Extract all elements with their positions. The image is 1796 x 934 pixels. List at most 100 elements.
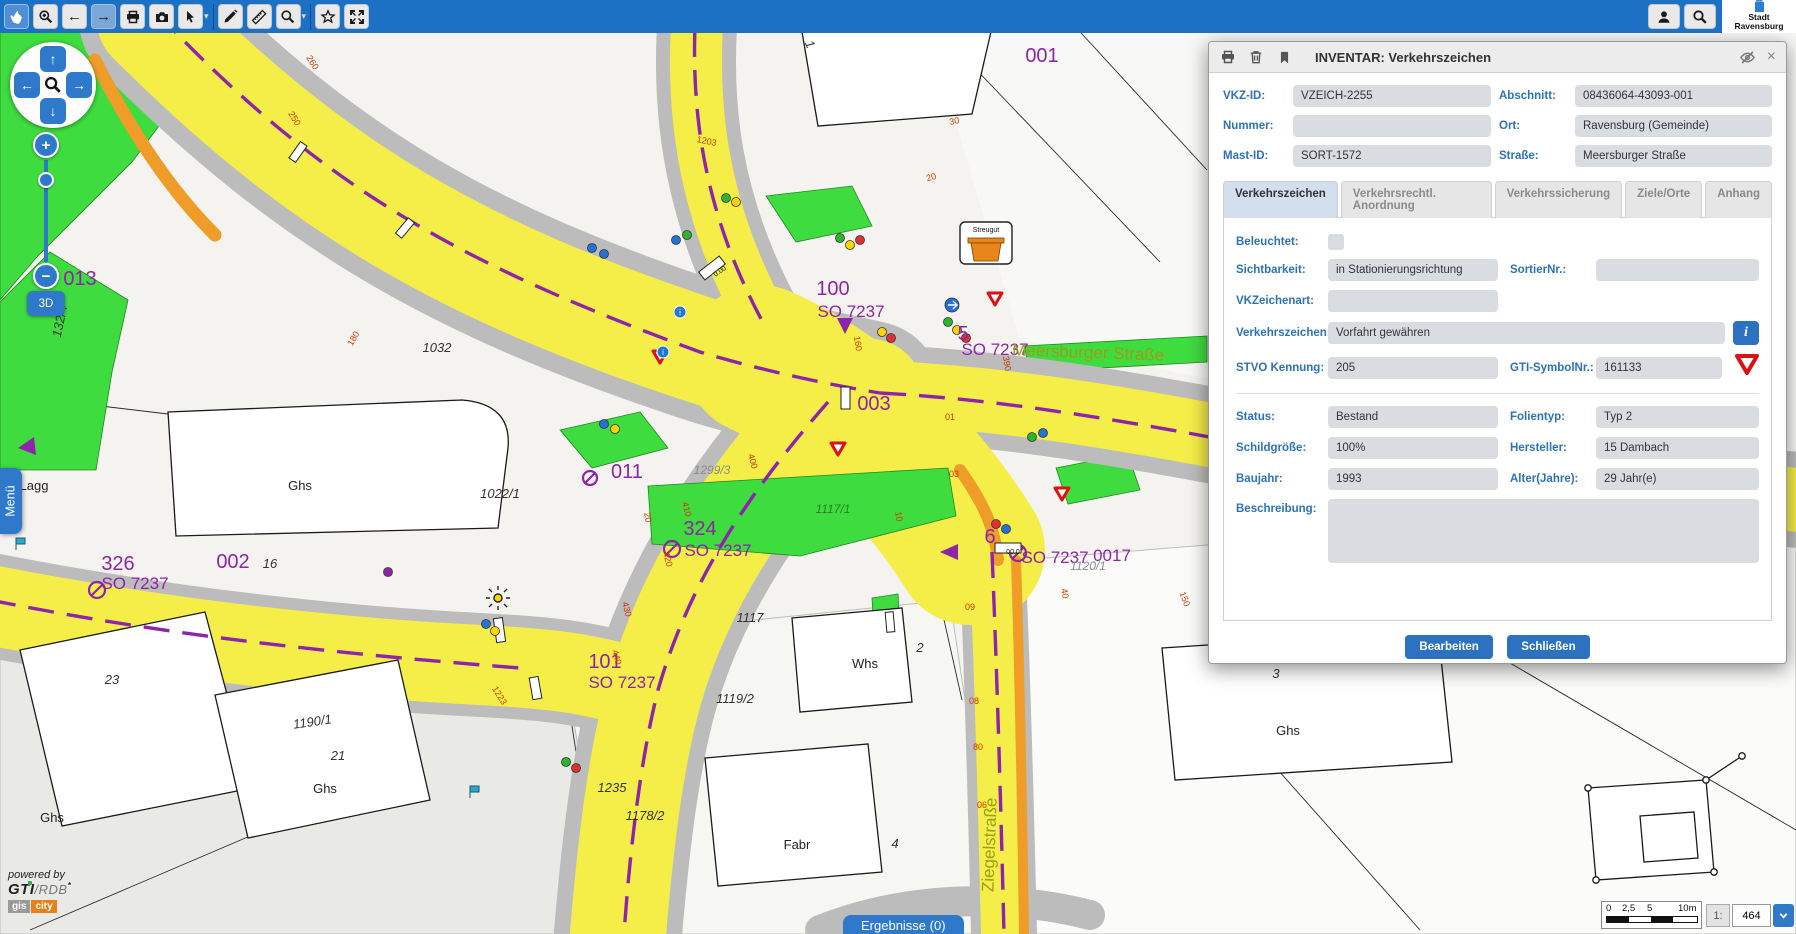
toolbar-separator — [213, 4, 214, 30]
map-label: 1119/2 — [716, 691, 755, 706]
pan-control-pad: ↑ ← → ↓ — [10, 42, 96, 128]
status-field[interactable] — [1328, 406, 1498, 428]
search-tool-icon[interactable] — [276, 4, 301, 29]
verkehrszeichen-field[interactable] — [1328, 322, 1725, 344]
gis-box: gis — [8, 900, 30, 913]
3d-view-button[interactable]: 3D — [27, 291, 65, 316]
map-label: 30 — [948, 115, 960, 127]
map-label: SO 7237 — [101, 574, 168, 593]
scale-dropdown-button[interactable] — [1773, 904, 1794, 927]
user-icon[interactable] — [1648, 4, 1680, 29]
nummer-field[interactable] — [1293, 115, 1491, 137]
scale-tick: 5 — [1647, 903, 1652, 914]
vkz-id-field[interactable] — [1293, 85, 1491, 107]
green-dot-icon — [28, 881, 32, 885]
sichtbarkeit-field[interactable] — [1328, 259, 1498, 281]
tab-anhang[interactable]: Anhang — [1705, 181, 1772, 218]
scale-tick: 0 — [1606, 903, 1611, 914]
search-icon[interactable] — [1684, 4, 1716, 29]
tab-ziele-orte[interactable]: Ziele/Orte — [1625, 181, 1702, 218]
gis-city-logo: gis city — [8, 900, 71, 913]
status-label: Status: — [1236, 411, 1328, 423]
gti-symbolnr-field[interactable] — [1596, 357, 1722, 379]
camera-icon[interactable] — [149, 4, 174, 29]
alter-field[interactable] — [1596, 468, 1759, 490]
visibility-off-icon[interactable] — [1739, 48, 1757, 66]
pencil-draw-icon[interactable] — [218, 4, 243, 29]
map-label: 16 — [263, 556, 278, 571]
beleuchtet-label: Beleuchtet: — [1236, 236, 1328, 248]
map-label: 3 — [1272, 666, 1280, 681]
scale-ratio-input[interactable] — [1732, 904, 1771, 927]
map-label: 013 — [63, 268, 96, 290]
brand-line2: Ravensburg — [1734, 22, 1783, 31]
map-label: 011 — [611, 461, 643, 483]
print-icon[interactable] — [120, 4, 145, 29]
map-label: 01 — [945, 412, 955, 422]
abschnitt-field[interactable] — [1575, 85, 1772, 107]
pointer-dropdown-chevron-icon[interactable]: ▾ — [204, 11, 209, 22]
pan-up-button[interactable]: ↑ — [40, 46, 66, 72]
tab-verkehrssicherung[interactable]: Verkehrssicherung — [1495, 181, 1623, 218]
schliessen-button[interactable]: Schließen — [1507, 635, 1589, 659]
tab-verkehrsrechtl-anordnung[interactable]: Verkehrsrechtl. Anordnung — [1341, 181, 1492, 218]
results-tab[interactable]: Ergebnisse (0) — [843, 915, 964, 934]
hand-tool-icon[interactable] — [4, 4, 29, 29]
printer-icon[interactable] — [1219, 48, 1237, 66]
info-button[interactable]: i — [1733, 321, 1759, 345]
tab-verkehrszeichen[interactable]: Verkehrszeichen — [1223, 181, 1338, 218]
zoom-out-button[interactable]: − — [33, 263, 59, 289]
folientyp-field[interactable] — [1596, 406, 1759, 428]
pointer-select-icon[interactable] — [178, 4, 203, 29]
close-icon[interactable]: × — [1767, 49, 1776, 65]
zoom-in-button[interactable]: + — [33, 132, 59, 158]
menu-tab[interactable]: Menü — [0, 468, 22, 534]
baujahr-label: Baujahr: — [1236, 473, 1328, 485]
pan-right-button[interactable]: → — [66, 72, 92, 98]
yield-sign-icon — [1735, 354, 1759, 381]
ort-field[interactable] — [1575, 115, 1772, 137]
search-dropdown-chevron-icon[interactable]: ▾ — [302, 11, 307, 22]
mast-id-label: Mast-ID: — [1223, 150, 1285, 162]
map-label: 40 — [1059, 588, 1071, 600]
zoom-slider-handle[interactable] — [38, 172, 54, 188]
strasse-label: Straße: — [1499, 150, 1567, 162]
pan-left-button[interactable]: ← — [14, 72, 40, 98]
back-arrow-icon[interactable]: ← — [62, 4, 87, 29]
chevron-down-icon — [1778, 910, 1789, 921]
map-label: SO 7237 — [684, 541, 751, 560]
trash-icon[interactable] — [1247, 48, 1265, 66]
forward-arrow-icon[interactable]: → — [91, 4, 116, 29]
schildgroesse-field[interactable] — [1328, 437, 1498, 459]
map-label: 23 — [104, 672, 120, 687]
top-toolbar: ← → ▾ ▾ — [0, 0, 1796, 33]
dialog-header: INVENTAR: Verkehrszeichen × — [1209, 42, 1786, 73]
beleuchtet-checkbox[interactable] — [1328, 234, 1344, 250]
bookmark-icon[interactable] — [1275, 48, 1293, 66]
beschreibung-label: Beschreibung: — [1236, 499, 1328, 515]
zoom-in-icon[interactable] — [33, 4, 58, 29]
schildgroesse-label: Schildgröße: — [1236, 442, 1328, 454]
map-label: 001 — [1025, 45, 1058, 67]
dialog-tabs: Verkehrszeichen Verkehrsrechtl. Anordnun… — [1223, 181, 1772, 218]
map-label: 100 — [816, 278, 849, 300]
star-favorite-icon[interactable] — [315, 4, 340, 29]
strasse-field[interactable] — [1575, 145, 1772, 167]
fullscreen-icon[interactable] — [344, 4, 369, 29]
inventar-dialog: INVENTAR: Verkehrszeichen × VKZ-ID: Absc… — [1208, 41, 1787, 664]
mast-id-field[interactable] — [1293, 145, 1491, 167]
map-label: Whs — [852, 656, 879, 671]
sortiernr-field[interactable] — [1596, 259, 1759, 281]
pan-down-button[interactable]: ↓ — [40, 98, 66, 124]
stvo-kennung-field[interactable] — [1328, 357, 1498, 379]
beschreibung-field[interactable] — [1328, 499, 1759, 563]
ravensburg-tower-icon — [1755, 2, 1764, 12]
hersteller-field[interactable] — [1596, 437, 1759, 459]
baujahr-field[interactable] — [1328, 468, 1498, 490]
vkzeichenart-field[interactable] — [1328, 290, 1498, 312]
ruler-measure-icon[interactable] — [247, 4, 272, 29]
pan-center-zoom-icon[interactable] — [43, 75, 63, 95]
map-label: Ziegelstraße — [978, 797, 1000, 892]
bearbeiten-button[interactable]: Bearbeiten — [1405, 635, 1492, 659]
scale-bar-segments — [1606, 916, 1698, 923]
